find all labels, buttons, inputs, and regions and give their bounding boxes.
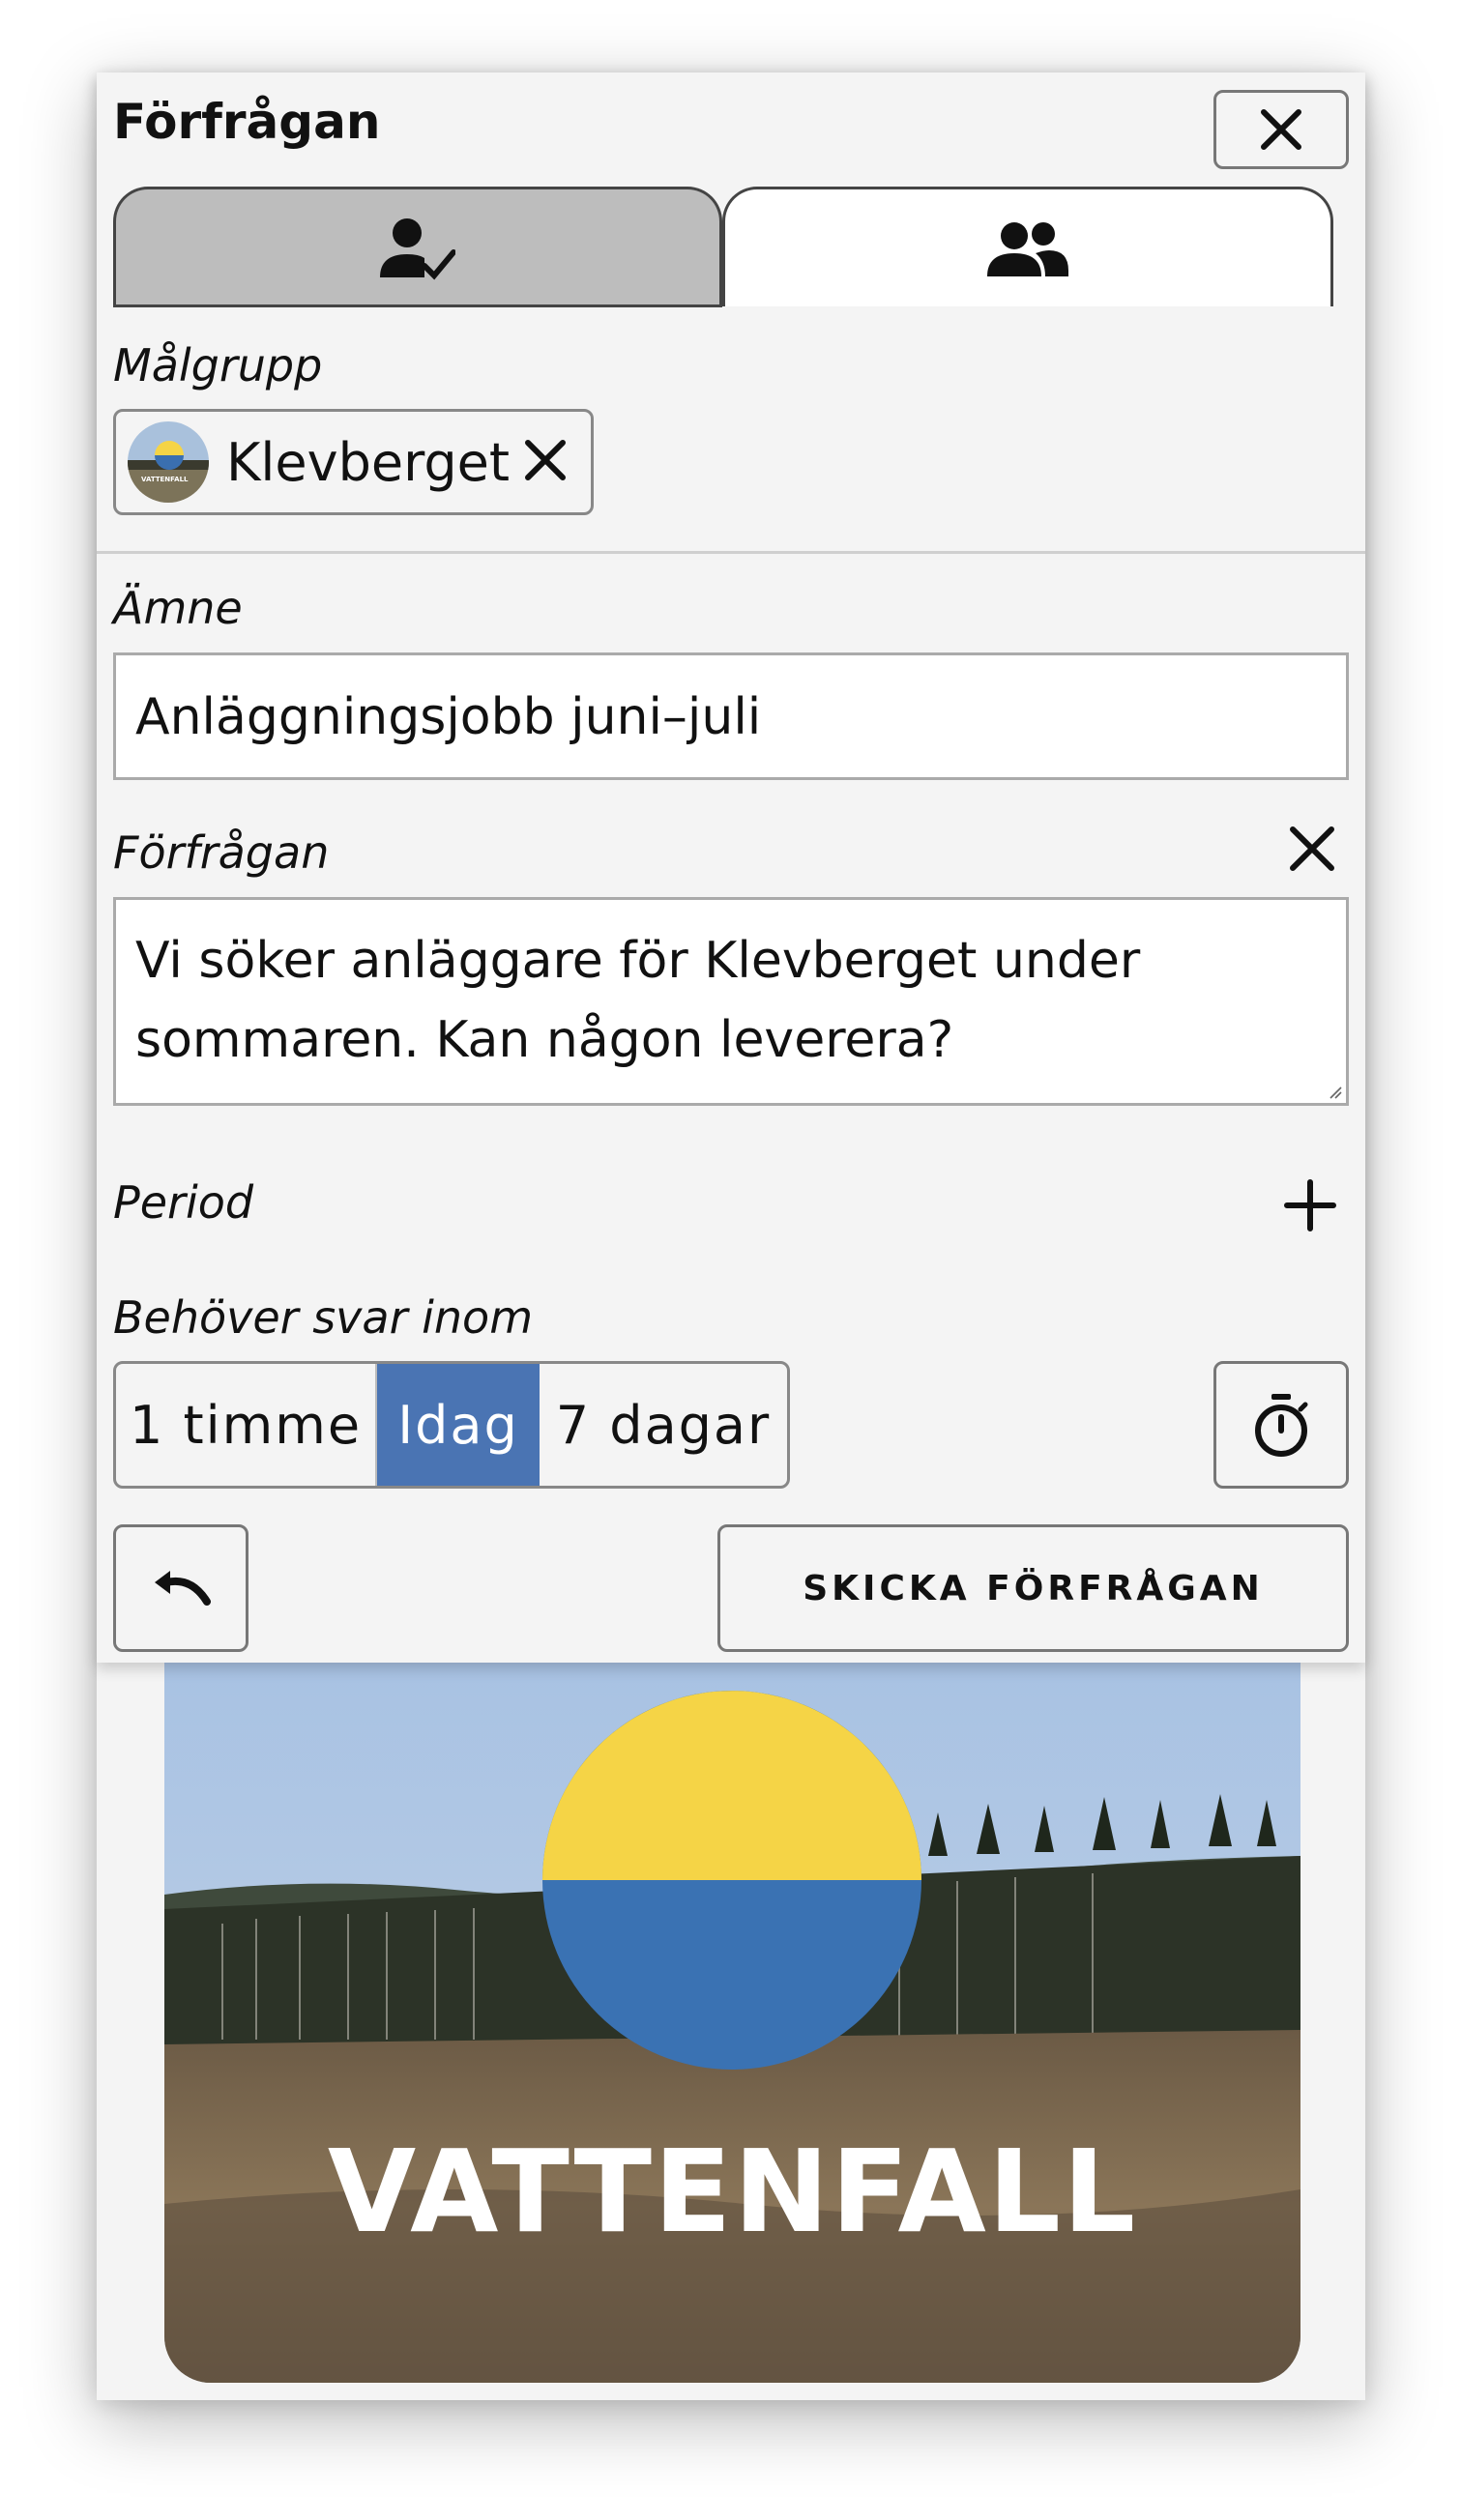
request-textarea[interactable]: Vi söker anläggare för Klevberget under …: [113, 897, 1349, 1106]
modal-container: VATTENFALL Förfrågan Målgrupp VATTENFALL…: [97, 72, 1365, 2400]
stopwatch-icon: [1255, 1394, 1308, 1457]
modal-title: Förfrågan: [113, 94, 381, 150]
request-modal: Förfrågan Målgrupp VATTENFALL Klevberget…: [97, 72, 1365, 1663]
request-value: Vi söker anläggare för Klevberget under …: [135, 932, 1141, 1069]
subject-value: Anläggningsjobb juni–juli: [135, 688, 762, 746]
tab-divider: [113, 304, 722, 307]
avatar: VATTENFALL: [128, 421, 209, 503]
close-icon: [525, 440, 567, 480]
group-icon: [987, 221, 1068, 276]
chip-remove-button[interactable]: [523, 438, 568, 486]
close-icon: [1290, 826, 1334, 871]
target-group-chip: VATTENFALL Klevberget: [113, 409, 594, 515]
deadline-selector: 1 timme Idag 7 dagar: [113, 1361, 790, 1489]
period-label: Period: [113, 1176, 254, 1229]
tab-group[interactable]: [722, 187, 1333, 306]
custom-deadline-button[interactable]: [1213, 1361, 1349, 1489]
resize-handle-icon[interactable]: [1329, 1086, 1342, 1099]
subject-label: Ämne: [113, 582, 243, 634]
deadline-option-today[interactable]: Idag: [377, 1364, 540, 1486]
close-icon: [1261, 109, 1301, 150]
undo-button[interactable]: [113, 1524, 248, 1652]
target-group-label: Målgrupp: [113, 339, 323, 391]
deadline-label: Behöver svar inom: [113, 1291, 534, 1344]
landscape-image: [164, 1663, 1300, 2383]
hero-image: VATTENFALL: [164, 1663, 1300, 2383]
add-period-button[interactable]: [1284, 1179, 1336, 1235]
send-request-button[interactable]: SKICKA FÖRFRÅGAN: [717, 1524, 1349, 1652]
section-divider: [97, 551, 1365, 554]
brand-logo-text: VATTENFALL: [327, 2125, 1138, 2258]
avatar-logo-text: VATTENFALL: [141, 476, 189, 483]
plus-icon: [1284, 1179, 1336, 1231]
deadline-option-7-days[interactable]: 7 dagar: [540, 1364, 787, 1486]
close-button[interactable]: [1213, 90, 1349, 169]
request-label: Förfrågan: [113, 826, 330, 879]
deadline-option-1-hour[interactable]: 1 timme: [116, 1364, 377, 1486]
person-check-icon: [380, 217, 455, 279]
chip-label: Klevberget: [226, 431, 511, 493]
undo-icon: [155, 1571, 211, 1606]
clear-request-button[interactable]: [1288, 825, 1336, 877]
subject-input[interactable]: Anläggningsjobb juni–juli: [113, 652, 1349, 780]
tab-individual[interactable]: [113, 187, 722, 306]
